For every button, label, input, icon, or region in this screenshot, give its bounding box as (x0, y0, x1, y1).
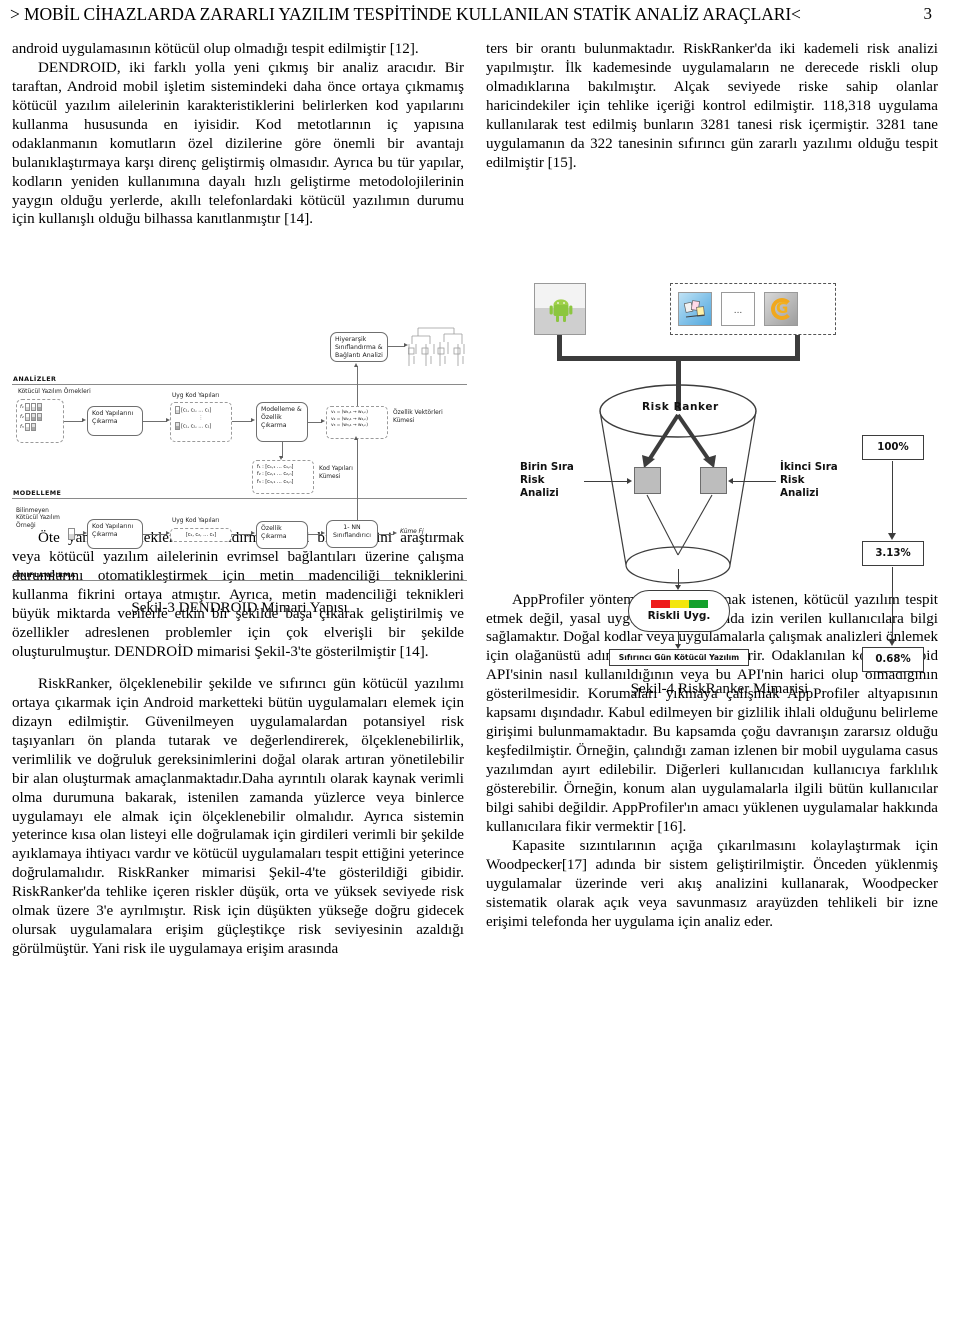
arrow-icon (728, 477, 733, 484)
header-running-title: > MOBİL CİHAZLARDA ZARARLI YAZILIM TESPİ… (10, 4, 801, 24)
malware-samples-box: f₁ f₂ f₃ (16, 399, 64, 443)
arrow-icon (82, 418, 86, 423)
connector (308, 534, 322, 535)
data-app-code-structures-1: [c₁, c₂, … c₁] ⋮ [c₁, c₂, … c₁] (170, 402, 232, 442)
connector (143, 534, 167, 535)
connector (378, 534, 394, 535)
risk-level-bars (650, 600, 708, 608)
connector (892, 461, 893, 537)
arrow-icon (321, 531, 325, 536)
stage-label-siniflandirma: SINIFLANDIRMA (13, 571, 76, 579)
node-modelling-feature-extract: Modelleme & Özellik Çıkarma (256, 402, 308, 442)
formula-row: v₃ = (w₃,₁ → w₃,ₙ) (331, 423, 368, 429)
label-code-structures-set: Kod Yapıları Kümesi (319, 466, 353, 480)
connector (892, 567, 893, 643)
formula-row: f₂ : [c₂,₁ … c₂,ₙ] (257, 471, 294, 478)
label-app-code-structures-1: Uyg Kod Yapıları (172, 393, 220, 399)
vertical-ellipsis: ⋮ (198, 414, 204, 421)
arrow-icon (393, 531, 397, 536)
node-nn-classifier: 1- NN Sınıflandırıcı (326, 520, 378, 548)
connector (388, 346, 405, 347)
sample-row: f₂ (20, 412, 60, 422)
risk-bar-high (650, 600, 670, 608)
connector (357, 366, 358, 406)
figure-4-riskranker: ... G Risk Ranker Birin Sıra Risk Analiz… (492, 255, 947, 697)
arrow-icon (251, 531, 255, 536)
data-app-code-structures-2: [c₁, c₂, … c₁] (170, 528, 232, 542)
node-label: Hiyerarşik Sınıflandırma & Bağlantı Anal… (335, 336, 383, 360)
dendrogram-icon (408, 327, 465, 366)
left-paragraph-4: RiskRanker, ölçeklenebilir şekilde ve sı… (12, 675, 464, 958)
connector (732, 481, 776, 482)
label-malware-samples: Kötücül Yazılım Örnekleri (18, 389, 91, 395)
arrow-icon (354, 363, 359, 367)
right-paragraph-1: ters bir orantı bulunmaktadır. RiskRanke… (486, 41, 938, 171)
risky-app-label: Riskli Uyg. (647, 610, 711, 622)
riskranker-title: Risk Ranker (642, 401, 719, 413)
stage-label-analizler: ANALİZLER (13, 375, 57, 383)
percentage-box-068: 0.68% (862, 647, 924, 672)
arrow-icon (321, 419, 325, 424)
node-label: Modelleme & Özellik Çıkarma (261, 406, 302, 430)
node-label: Kod Yapılarını Çıkarma (92, 410, 134, 426)
riskranker-diagram: ... G Risk Ranker Birin Sıra Risk Analiz… (492, 255, 947, 672)
node-hierarchical-classification: Hiyerarşik Sınıflandırma & Bağlantı Anal… (330, 332, 388, 362)
node-feature-extract: Özellik Çıkarma (256, 521, 308, 549)
dendroid-diagram: ANALİZLER MODELLEME SINIFLANDIRMA Kötücü… (12, 327, 467, 596)
label-first-order-risk-analysis: Birin Sıra Risk Analizi (520, 461, 574, 499)
percentage-box-313: 3.13% (862, 541, 924, 566)
band-divider-siniflandirma (12, 580, 467, 581)
band-divider-analizler (12, 384, 467, 385)
figure-3-caption: Şekil-3 DENDROID Mimari Yapısı (131, 600, 348, 616)
node-label: Kod Yapılarını Çıkarma (92, 523, 134, 539)
connector (357, 439, 358, 520)
percentage-box-100: 100% (862, 435, 924, 460)
unknown-sample-file-icon (68, 528, 75, 540)
connector (143, 421, 167, 422)
arrow-icon (354, 436, 359, 440)
node-code-extract-1: Kod Yapılarını Çıkarma (87, 406, 143, 436)
connector (232, 421, 252, 422)
arrow-icon (887, 533, 896, 540)
figure-4-caption: Şekil-4 RiskRanker Mimarisi (630, 681, 809, 697)
zero-day-malware-node: Sıfırıncı Gün Kötücül Yazılım (609, 649, 749, 666)
risk-bar-low (688, 600, 708, 608)
second-order-analysis-node (700, 467, 727, 494)
arrow-icon (887, 639, 896, 646)
label-app-code-structures-2: Uyg Kod Yapıları (172, 518, 220, 524)
connector (64, 421, 83, 422)
label-feature-vectors-set: Özellik Vektörleri Kümesi (393, 410, 443, 424)
data-feature-vectors-set: v₁ = (w₁,₁ → w₁,ₙ) v₂ = (w₂,₁ → w₂,ₙ) v₃… (326, 406, 388, 439)
page-number: 3 (923, 4, 933, 23)
connector (308, 422, 322, 423)
sample-row: f₃ (20, 422, 60, 432)
label-second-order-risk-analysis: İkinci Sıra Risk Analizi (780, 461, 838, 499)
first-order-analysis-node (634, 467, 661, 494)
formula-row: [c₁, c₂, … c₁] (175, 422, 227, 431)
label-unknown-sample: Bilinmeyen Kötücül Yazılım Örneği (16, 508, 60, 529)
band-divider-modelleme (12, 498, 467, 499)
node-code-extract-2: Kod Yapılarını Çıkarma (87, 519, 143, 549)
connector (232, 534, 252, 535)
sample-row: f₁ (20, 402, 60, 412)
risky-app-node: Riskli Uyg. (628, 590, 730, 632)
arrow-icon (251, 418, 255, 423)
node-label: 1- NN Sınıflandırıcı (333, 524, 371, 540)
formula-row: [c₁, c₂, … c₁] (185, 532, 217, 538)
connector (584, 481, 628, 482)
running-header: > MOBİL CİHAZLARDA ZARARLI YAZILIM TESPİ… (0, 0, 960, 34)
label-cluster-output: Küme Fj (400, 529, 424, 535)
data-code-structures-set: f₁ : [c₁,₁ … c₁,ₙ] f₂ : [c₂,₁ … c₂,ₙ] f₃… (252, 460, 314, 494)
left-paragraph-1: android uygulamasının kötücül olup olmad… (12, 41, 419, 57)
formula-row: [c₁, c₂, … c₁] (175, 406, 227, 415)
arrow-icon (627, 477, 632, 484)
formula-row: f₃ : [c₃,₁ … c₃,ₙ] (257, 478, 294, 485)
left-paragraph-2: DENDROID, iki farklı yolla yeni çıkmış b… (12, 59, 464, 228)
formula-row: f₁ : [c₁,₁ … c₁,ₙ] (257, 464, 294, 470)
right-paragraph-3: Kapasite sızıntılarının açığa çıkarılmas… (486, 837, 938, 930)
node-label: Özellik Çıkarma (261, 525, 287, 541)
figure-3-dendroid: ANALİZLER MODELLEME SINIFLANDIRMA Kötücü… (12, 327, 467, 620)
stage-label-modelleme: MODELLEME (13, 489, 62, 497)
risk-bar-medium (669, 600, 689, 608)
